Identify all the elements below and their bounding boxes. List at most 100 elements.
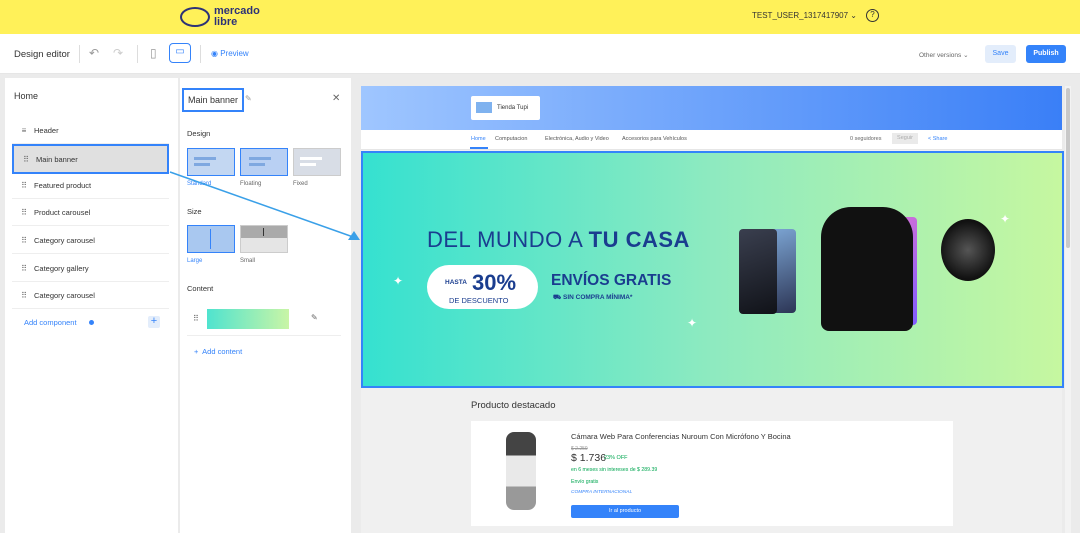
sidebar-item-product-carousel[interactable]: ⠿ Product carousel — [12, 199, 169, 226]
drag-handle-icon[interactable]: ⠿ — [14, 264, 34, 273]
content-section-label: Content — [187, 284, 214, 293]
sidebar-item-label: Category carousel — [34, 235, 95, 245]
sidebar-item-main-banner[interactable]: ⠿ Main banner — [12, 144, 169, 174]
sidebar-item-featured-product[interactable]: ⠿ Featured product — [12, 172, 169, 199]
eye-icon: ◉ — [211, 49, 218, 58]
product-international: COMPRA INTERNACIONAL — [571, 490, 633, 495]
pencil-icon[interactable]: ✎ — [245, 94, 252, 103]
nav-item-electronica[interactable]: Electrónica, Audio y Video — [545, 136, 609, 142]
mobile-view-icon[interactable]: ▯ — [150, 46, 160, 60]
store-logo — [476, 102, 492, 113]
nav-item-computacion[interactable]: Computacion — [495, 136, 527, 142]
free-shipping-subtitle-text: SIN COMPRA MÍNIMA* — [563, 294, 633, 301]
nav-item-home[interactable]: Home — [471, 136, 486, 142]
notification-dot — [89, 320, 94, 325]
product-discount: 23% OFF — [604, 455, 628, 461]
followers-count: 0 seguidores — [850, 136, 882, 142]
size-option-label: Large — [187, 258, 203, 264]
editor-toolbar — [0, 34, 1080, 74]
sidebar-item-label: Header — [34, 125, 59, 135]
banner-headline: DEL MUNDO A TU CASA — [427, 227, 690, 253]
design-section-label: Design — [187, 129, 211, 138]
content-thumbnail[interactable] — [207, 309, 289, 329]
add-content-link[interactable]: + Add content — [194, 347, 242, 356]
phone-image — [739, 229, 777, 314]
size-option-label: Small — [240, 258, 256, 264]
sidebar-item-category-carousel-2[interactable]: ⠿ Category carousel — [12, 282, 169, 309]
discount-label: DE DESCUENTO — [449, 296, 509, 305]
help-icon[interactable]: ? — [866, 9, 879, 22]
toolbar-divider — [137, 45, 138, 63]
banner-headline-part: DEL MUNDO A — [427, 227, 589, 252]
drag-handle-icon[interactable]: ⠿ — [16, 155, 36, 164]
discount-percent: 30% — [472, 270, 517, 295]
banner-headline-bold: TU CASA — [588, 227, 690, 252]
sidebar-title: Home — [14, 91, 39, 101]
store-header — [361, 86, 1062, 130]
chevron-down-icon: ⌄ — [850, 11, 857, 20]
share-icon: < — [928, 136, 932, 142]
active-nav-indicator — [470, 147, 488, 149]
toolbar-divider — [79, 45, 80, 63]
desktop-view-icon[interactable]: ▭ — [169, 43, 191, 63]
sidebar-item-label: Product carousel — [34, 207, 91, 217]
menu-icon: ≡ — [21, 125, 27, 135]
product-price: $ 1.736 — [571, 452, 607, 464]
featured-product-title: Producto destacado — [471, 400, 556, 411]
smartwatch-image — [941, 219, 995, 281]
product-shipping: Envío gratis — [571, 479, 599, 485]
sidebar-item-header[interactable]: ≡ Header — [12, 117, 169, 144]
sidebar-item-label: Main banner — [36, 154, 78, 164]
jacket-image — [821, 207, 913, 331]
store-nav — [361, 130, 1062, 150]
toolbar-divider — [200, 45, 201, 63]
free-shipping-title: ENVÍOS GRATIS — [551, 272, 672, 289]
save-button[interactable]: Save — [985, 45, 1016, 63]
user-menu[interactable]: TEST_USER_1317417907 ⌄ — [752, 11, 857, 20]
other-versions-label: Other versions — [919, 52, 962, 59]
sidebar-item-category-gallery[interactable]: ⠿ Category gallery — [12, 255, 169, 282]
drag-handle-icon[interactable]: ⠿ — [14, 236, 34, 245]
add-component-link[interactable]: Add component — [24, 318, 77, 327]
mercadolibre-logo[interactable]: mercado libre — [180, 4, 260, 30]
product-title[interactable]: Cámara Web Para Conferencias Nuroum Con … — [571, 432, 791, 441]
undo-icon[interactable]: ↶ — [89, 46, 99, 60]
drag-handle-icon[interactable]: ⠿ — [193, 314, 199, 323]
annotation-arrow — [169, 171, 360, 240]
logo-line-2: libre — [214, 16, 238, 28]
share-button[interactable]: < Share — [928, 136, 947, 142]
chevron-down-icon: ⌄ — [963, 52, 969, 59]
discount-hasta: HASTA — [445, 279, 467, 286]
plus-icon: + — [194, 347, 199, 356]
panel-title: Main banner — [182, 88, 244, 112]
redo-icon[interactable]: ↷ — [113, 46, 123, 60]
preview-button[interactable]: ◉ Preview — [211, 49, 249, 58]
add-content-label: Add content — [202, 347, 243, 356]
sidebar-item-label: Featured product — [34, 180, 92, 190]
nav-item-accesorios[interactable]: Accesorios para Vehículos — [622, 136, 687, 142]
sidebar-item-label: Category carousel — [34, 290, 95, 300]
drag-handle-icon[interactable]: ⠿ — [14, 181, 34, 190]
free-shipping-subtitle: ⛟ SIN COMPRA MÍNIMA* — [553, 293, 632, 302]
sparkle-icon: ✦ — [393, 274, 404, 288]
other-versions-dropdown[interactable]: Other versions ⌄ — [919, 51, 969, 59]
top-bar — [0, 0, 1080, 34]
go-to-product-button[interactable]: Ir al producto — [571, 505, 679, 518]
handshake-icon — [180, 7, 210, 27]
scrollbar-thumb[interactable] — [1066, 88, 1070, 248]
product-image[interactable] — [506, 432, 536, 510]
publish-button[interactable]: Publish — [1026, 45, 1066, 63]
truck-icon: ⛟ — [553, 294, 562, 301]
sparkle-icon: ✦ — [1000, 212, 1011, 226]
drag-handle-icon[interactable]: ⠿ — [14, 208, 34, 217]
share-label: Share — [932, 136, 948, 142]
add-component-button[interactable]: + — [148, 316, 160, 328]
close-icon[interactable]: ✕ — [332, 93, 340, 104]
sparkle-icon: ✦ — [687, 316, 698, 330]
follow-button[interactable]: Seguir — [892, 133, 918, 144]
pencil-icon[interactable]: ✎ — [311, 313, 318, 322]
drag-handle-icon[interactable]: ⠿ — [14, 291, 34, 300]
user-name: TEST_USER_1317417907 — [752, 11, 849, 20]
sidebar-item-category-carousel[interactable]: ⠿ Category carousel — [12, 227, 169, 254]
editor-title: Design editor — [14, 49, 70, 60]
